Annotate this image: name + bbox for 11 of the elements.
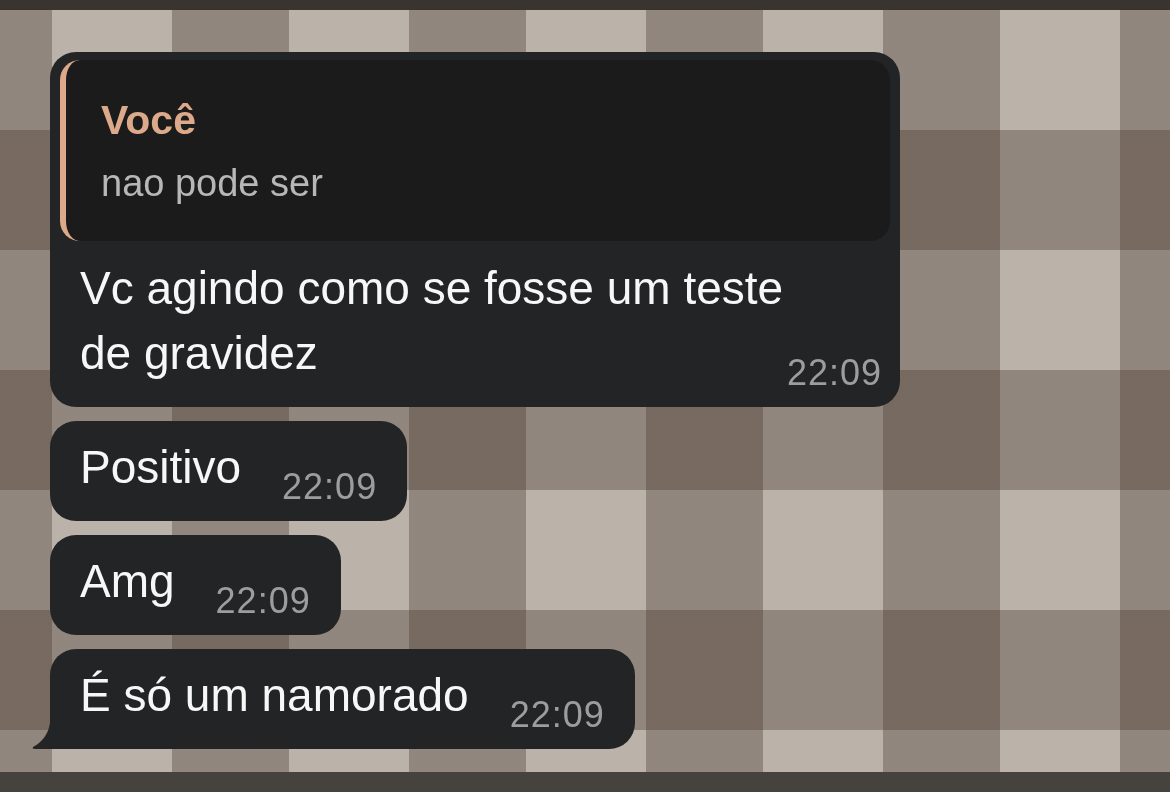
message-time: 22:09 [509, 694, 605, 735]
message-time: 22:09 [786, 352, 882, 393]
message-text: Vc agindo como se fosse um teste de gravidez [80, 262, 784, 379]
message-text: Amg [80, 555, 175, 607]
message-time: 22:09 [215, 580, 311, 621]
message-text: Positivo [80, 441, 242, 493]
message-text: É só um namorado [80, 669, 469, 721]
message-time: 22:09 [282, 466, 378, 507]
quote-text: nao pode ser [101, 161, 324, 206]
reply-quote[interactable]: Você nao pode ser [60, 60, 890, 241]
quote-author: Você [101, 96, 197, 144]
